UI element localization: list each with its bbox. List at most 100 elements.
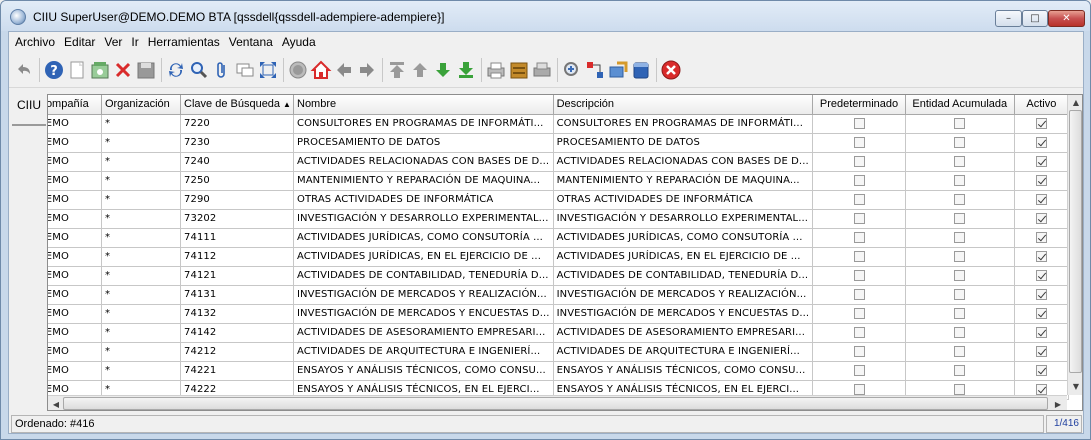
active-checkbox[interactable] [1035, 136, 1047, 148]
cell-description[interactable]: ACTIVIDADES DE ASESORAMIENTO EMPRESARI..… [553, 323, 814, 343]
horizontal-scroll-thumb[interactable] [63, 397, 1048, 410]
table-row[interactable]: DEMO*74111ACTIVIDADES JURÍDICAS, COMO CO… [48, 228, 1070, 248]
default-checkbox[interactable] [853, 231, 865, 243]
active-checkbox[interactable] [1035, 364, 1047, 376]
summary-checkbox[interactable] [954, 136, 966, 148]
default-checkbox[interactable] [853, 307, 865, 319]
cell-organization[interactable]: * [101, 323, 182, 343]
active-checkbox[interactable] [1035, 212, 1047, 224]
table-row[interactable]: DEMO*7240ACTIVIDADES RELACIONADAS CON BA… [48, 152, 1070, 172]
column-header-default[interactable]: Predeterminado [812, 95, 906, 115]
cell-description[interactable]: ACTIVIDADES JURÍDICAS, EN EL EJERCICIO D… [553, 247, 814, 267]
active-checkbox[interactable] [1035, 231, 1047, 243]
column-header-organization[interactable]: Organización [101, 95, 182, 115]
cell-company[interactable]: DEMO [48, 323, 102, 343]
cell-company[interactable]: DEMO [48, 152, 102, 172]
cell-description[interactable]: ACTIVIDADES DE CONTABILIDAD, TENEDURÍA D… [553, 266, 814, 286]
cell-organization[interactable]: * [101, 114, 182, 134]
summary-checkbox[interactable] [954, 288, 966, 300]
default-checkbox[interactable] [853, 288, 865, 300]
summary-checkbox[interactable] [954, 250, 966, 262]
active-checkbox[interactable] [1035, 345, 1047, 357]
cell-name[interactable]: ACTIVIDADES JURÍDICAS, EN EL EJERCICIO D… [293, 247, 554, 267]
table-row[interactable]: DEMO*74212ACTIVIDADES DE ARQUITECTURA E … [48, 342, 1070, 362]
table-row[interactable]: DEMO*74132INVESTIGACIÓN DE MERCADOS Y EN… [48, 304, 1070, 324]
summary-checkbox[interactable] [954, 212, 966, 224]
cell-organization[interactable]: * [101, 285, 182, 305]
cell-description[interactable]: INVESTIGACIÓN DE MERCADOS Y ENCUESTAS D.… [553, 304, 814, 324]
active-checkbox[interactable] [1035, 383, 1047, 395]
table-row[interactable]: DEMO*7250MANTENIMIENTO Y REPARACIÓN DE M… [48, 171, 1070, 191]
vertical-scroll-thumb[interactable] [1069, 110, 1082, 373]
attachment-icon[interactable] [211, 58, 233, 82]
cell-name[interactable]: OTRAS ACTIVIDADES DE INFORMÁTICA [293, 190, 554, 210]
summary-checkbox[interactable] [954, 193, 966, 205]
cell-search-key[interactable]: 7290 [180, 190, 294, 210]
cell-description[interactable]: MANTENIMIENTO Y REPARACIÓN DE MAQUINA... [553, 171, 814, 191]
cell-organization[interactable]: * [101, 171, 182, 191]
cell-organization[interactable]: * [101, 361, 182, 381]
cell-organization[interactable]: * [101, 266, 182, 286]
undo-icon[interactable] [13, 58, 35, 82]
detail-record-icon[interactable] [356, 58, 378, 82]
cell-name[interactable]: ACTIVIDADES DE CONTABILIDAD, TENEDURÍA D… [293, 266, 554, 286]
table-row[interactable]: DEMO*74112ACTIVIDADES JURÍDICAS, EN EL E… [48, 247, 1070, 267]
table-row[interactable]: DEMO*7220CONSULTORES EN PROGRAMAS DE INF… [48, 114, 1070, 134]
cell-description[interactable]: INVESTIGACIÓN Y DESARROLLO EXPERIMENTAL.… [553, 209, 814, 229]
column-header-description[interactable]: Descripción [553, 95, 814, 115]
cell-description[interactable]: OTRAS ACTIVIDADES DE INFORMÁTICA [553, 190, 814, 210]
cell-company[interactable]: DEMO [48, 361, 102, 381]
default-checkbox[interactable] [853, 174, 865, 186]
column-header-active[interactable]: Activo [1014, 95, 1070, 115]
menu-ventana[interactable]: Ventana [229, 35, 273, 49]
table-row[interactable]: DEMO*74221ENSAYOS Y ANÁLISIS TÉCNICOS, C… [48, 361, 1070, 381]
parent-record-icon[interactable] [333, 58, 355, 82]
cell-organization[interactable]: * [101, 304, 182, 324]
chat-icon[interactable] [234, 58, 256, 82]
cell-company[interactable]: DEMO [48, 209, 102, 229]
cell-description[interactable]: ACTIVIDADES RELACIONADAS CON BASES DE D.… [553, 152, 814, 172]
cell-organization[interactable]: * [101, 133, 182, 153]
cell-name[interactable]: INVESTIGACIÓN DE MERCADOS Y ENCUESTAS D.… [293, 304, 554, 324]
active-checkbox[interactable] [1035, 326, 1047, 338]
cell-company[interactable]: DEMO [48, 171, 102, 191]
default-checkbox[interactable] [853, 117, 865, 129]
cell-description[interactable]: ACTIVIDADES DE ARQUITECTURA E INGENIERÍ.… [553, 342, 814, 362]
cell-name[interactable]: INVESTIGACIÓN DE MERCADOS Y REALIZACIÓN.… [293, 285, 554, 305]
active-checkbox[interactable] [1035, 250, 1047, 262]
cell-organization[interactable]: * [101, 228, 182, 248]
default-checkbox[interactable] [853, 212, 865, 224]
column-header-name[interactable]: Nombre [293, 95, 554, 115]
cell-company[interactable]: DEMO [48, 228, 102, 248]
cell-name[interactable]: ACTIVIDADES DE ASESORAMIENTO EMPRESARI..… [293, 323, 554, 343]
cell-company[interactable]: DEMO [48, 190, 102, 210]
column-header-company[interactable]: Compañía [48, 95, 102, 115]
table-row[interactable]: DEMO*74142ACTIVIDADES DE ASESORAMIENTO E… [48, 323, 1070, 343]
menu-archivo[interactable]: Archivo [15, 35, 55, 49]
vertical-scrollbar[interactable]: ▲ ▼ [1067, 95, 1082, 395]
scroll-right-icon[interactable]: ▶ [1051, 397, 1065, 410]
menu-ayuda[interactable]: Ayuda [282, 35, 316, 49]
cell-name[interactable]: MANTENIMIENTO Y REPARACIÓN DE MAQUINA... [293, 171, 554, 191]
archive-icon[interactable] [508, 58, 530, 82]
cell-name[interactable]: ACTIVIDADES DE ARQUITECTURA E INGENIERÍ.… [293, 342, 554, 362]
home-icon[interactable] [310, 58, 332, 82]
default-checkbox[interactable] [853, 250, 865, 262]
zoom-across-icon[interactable] [561, 58, 583, 82]
menu-herramientas[interactable]: Herramientas [148, 35, 220, 49]
default-checkbox[interactable] [853, 136, 865, 148]
summary-checkbox[interactable] [954, 345, 966, 357]
default-checkbox[interactable] [853, 193, 865, 205]
cell-organization[interactable]: * [101, 247, 182, 267]
table-row[interactable]: DEMO*74121ACTIVIDADES DE CONTABILIDAD, T… [48, 266, 1070, 286]
cell-company[interactable]: DEMO [48, 247, 102, 267]
cell-company[interactable]: DEMO [48, 342, 102, 362]
cell-organization[interactable]: * [101, 190, 182, 210]
product-info-icon[interactable] [630, 58, 652, 82]
scroll-left-icon[interactable]: ◀ [49, 397, 63, 410]
cell-organization[interactable]: * [101, 342, 182, 362]
menu-editar[interactable]: Editar [64, 35, 95, 49]
table-row[interactable]: DEMO*74131INVESTIGACIÓN DE MERCADOS Y RE… [48, 285, 1070, 305]
default-checkbox[interactable] [853, 383, 865, 395]
cell-search-key[interactable]: 74121 [180, 266, 294, 286]
